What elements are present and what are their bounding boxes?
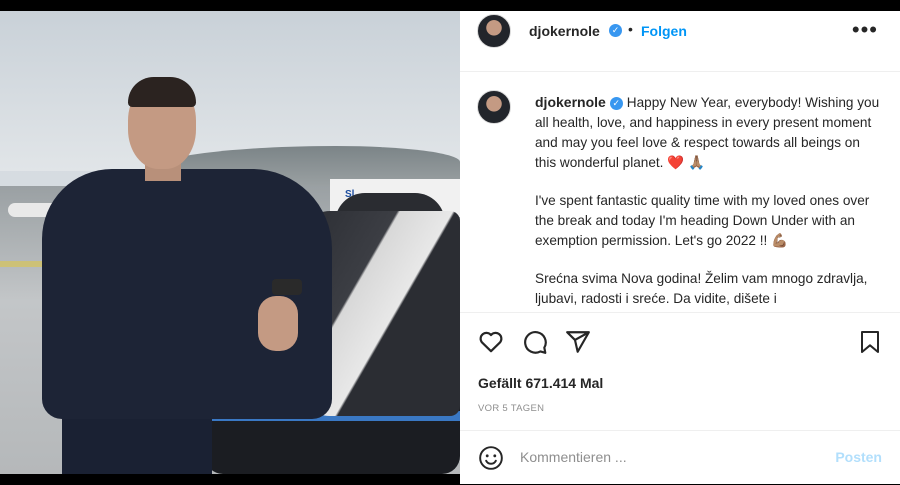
avatar[interactable] xyxy=(477,90,511,124)
photo-hand xyxy=(258,296,298,351)
caption-username-link[interactable]: djokernole xyxy=(535,94,606,110)
more-options-icon[interactable]: ••• xyxy=(852,17,878,43)
emoji-icon[interactable] xyxy=(478,445,504,471)
caption-paragraph: Srećna svima Nova godina! Želim vam mnog… xyxy=(535,271,868,306)
avatar[interactable] xyxy=(477,14,511,48)
bookmark-icon[interactable] xyxy=(858,329,882,355)
caption-area: djokernole ✓ Happy New Year, everybody! Wi… xyxy=(460,72,900,312)
comment-icon[interactable] xyxy=(522,329,548,355)
post-timestamp[interactable]: VOR 5 TAGEN xyxy=(478,403,544,414)
post-photo[interactable]: Sl xyxy=(0,11,460,474)
verified-badge-icon: ✓ xyxy=(609,96,623,110)
comment-input[interactable] xyxy=(520,446,820,468)
post-comment-button[interactable]: Posten xyxy=(835,449,882,465)
likes-count[interactable]: Gefällt 671.414 Mal xyxy=(478,375,603,391)
caption-text: djokernole ✓ Happy New Year, everybody! Wi… xyxy=(535,92,880,312)
share-icon[interactable] xyxy=(565,329,591,355)
photo-watch xyxy=(272,279,302,295)
caption-paragraph: I've spent fantastic quality time with m… xyxy=(535,193,870,248)
username-link[interactable]: djokernole xyxy=(529,23,600,39)
follow-button[interactable]: Folgen xyxy=(641,23,687,39)
post-header: djokernole ✓ • Folgen ••• xyxy=(460,11,900,72)
comment-bar: Posten xyxy=(460,430,900,485)
verified-badge-icon: ✓ xyxy=(609,24,622,37)
separator-dot: • xyxy=(628,21,633,37)
photo-person-hair xyxy=(128,77,196,107)
heart-icon[interactable] xyxy=(478,329,504,355)
post-side-panel: djokernole ✓ • Folgen ••• djokernole ✓ Hap… xyxy=(460,11,900,484)
photo-cart xyxy=(198,411,460,474)
